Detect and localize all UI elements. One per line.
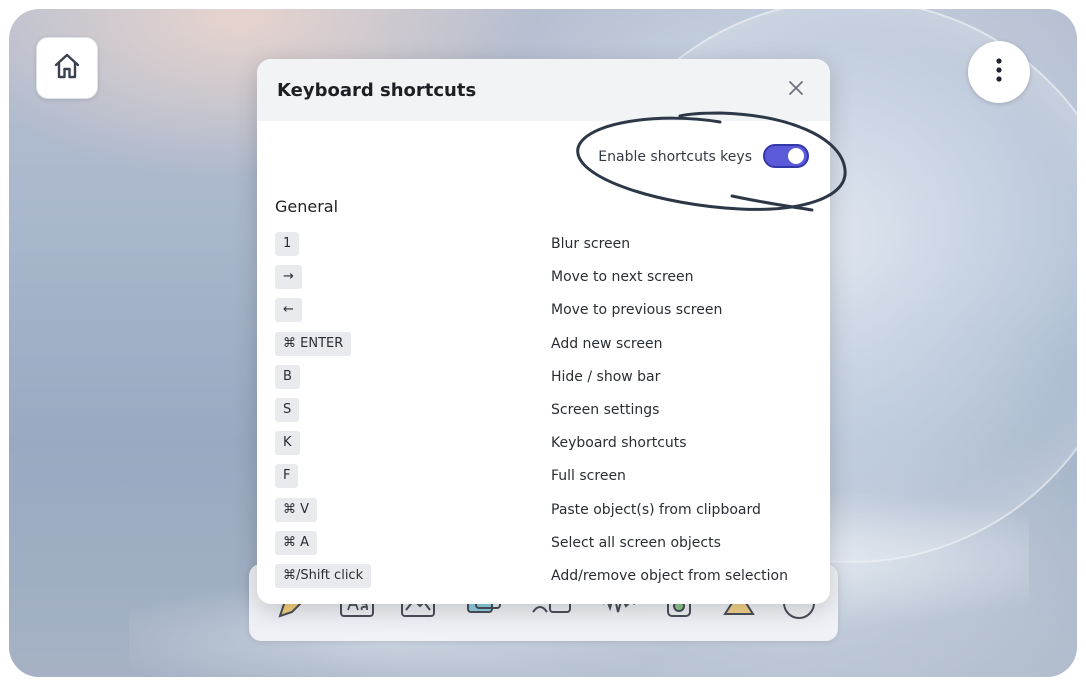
shortcut-action: Screen settings <box>551 401 660 418</box>
shortcut-row: → Move to next screen <box>275 265 815 298</box>
shortcut-key: ⌘ ENTER <box>275 331 352 356</box>
shortcut-action: Hide / show bar <box>551 368 661 385</box>
shortcut-list: 1 Blur screen → Move to next screen ← Mo… <box>275 232 815 597</box>
shortcut-row: ⌘ ENTER Add new screen <box>275 331 815 365</box>
toggle-knob <box>788 148 804 164</box>
shortcut-key: ⌘ V <box>275 497 318 522</box>
shortcuts-toggle-row: Enable shortcuts keys <box>257 143 830 173</box>
shortcut-action: Paste object(s) from clipboard <box>551 501 761 518</box>
toggle-label: Enable shortcuts keys <box>598 149 752 165</box>
shortcut-row: F Full screen <box>275 464 815 497</box>
shortcut-action: Add/remove object from selection <box>551 567 788 584</box>
shortcut-key: K <box>275 431 300 456</box>
shortcut-row: ⌘ A Select all screen objects <box>275 530 815 564</box>
shortcut-key: 1 <box>275 232 300 256</box>
shortcut-key: ← <box>275 298 302 323</box>
home-icon <box>52 51 82 85</box>
shortcut-action: Select all screen objects <box>551 534 721 551</box>
keyboard-shortcuts-dialog: Keyboard shortcuts Enable shortcuts keys… <box>257 59 830 604</box>
shortcut-action: Full screen <box>551 468 626 485</box>
shortcut-action: Add new screen <box>551 335 663 352</box>
section-title: General <box>275 197 339 216</box>
shortcut-row: ⌘/Shift click Add/remove object from sel… <box>275 563 815 597</box>
shortcut-row: ← Move to previous screen <box>275 298 815 331</box>
shortcut-row: B Hide / show bar <box>275 364 815 398</box>
shortcut-action: Blur screen <box>551 236 631 252</box>
dialog-title: Keyboard shortcuts <box>277 79 477 101</box>
close-button[interactable] <box>782 76 810 104</box>
shortcut-key: → <box>275 265 302 290</box>
shortcut-row: K Keyboard shortcuts <box>275 431 815 464</box>
home-button[interactable] <box>36 37 98 99</box>
shortcut-action: Keyboard shortcuts <box>551 435 687 452</box>
shortcut-row: 1 Blur screen <box>275 232 815 265</box>
enable-shortcuts-toggle[interactable] <box>763 144 809 168</box>
shortcut-row: S Screen settings <box>275 397 815 431</box>
dialog-header: Keyboard shortcuts <box>257 59 830 121</box>
more-options-button[interactable] <box>968 41 1030 103</box>
shortcut-key: ⌘/Shift click <box>275 563 372 588</box>
shortcut-row: ⌘ V Paste object(s) from clipboard <box>275 497 815 531</box>
shortcut-key: ⌘ A <box>275 530 318 555</box>
shortcut-key: S <box>275 397 300 422</box>
close-icon <box>788 80 804 100</box>
shortcut-action: Move to previous screen <box>551 302 723 319</box>
shortcut-action: Move to next screen <box>551 269 694 286</box>
more-vertical-icon <box>995 57 1003 87</box>
shortcut-key: F <box>275 464 299 489</box>
shortcut-key: B <box>275 364 300 389</box>
